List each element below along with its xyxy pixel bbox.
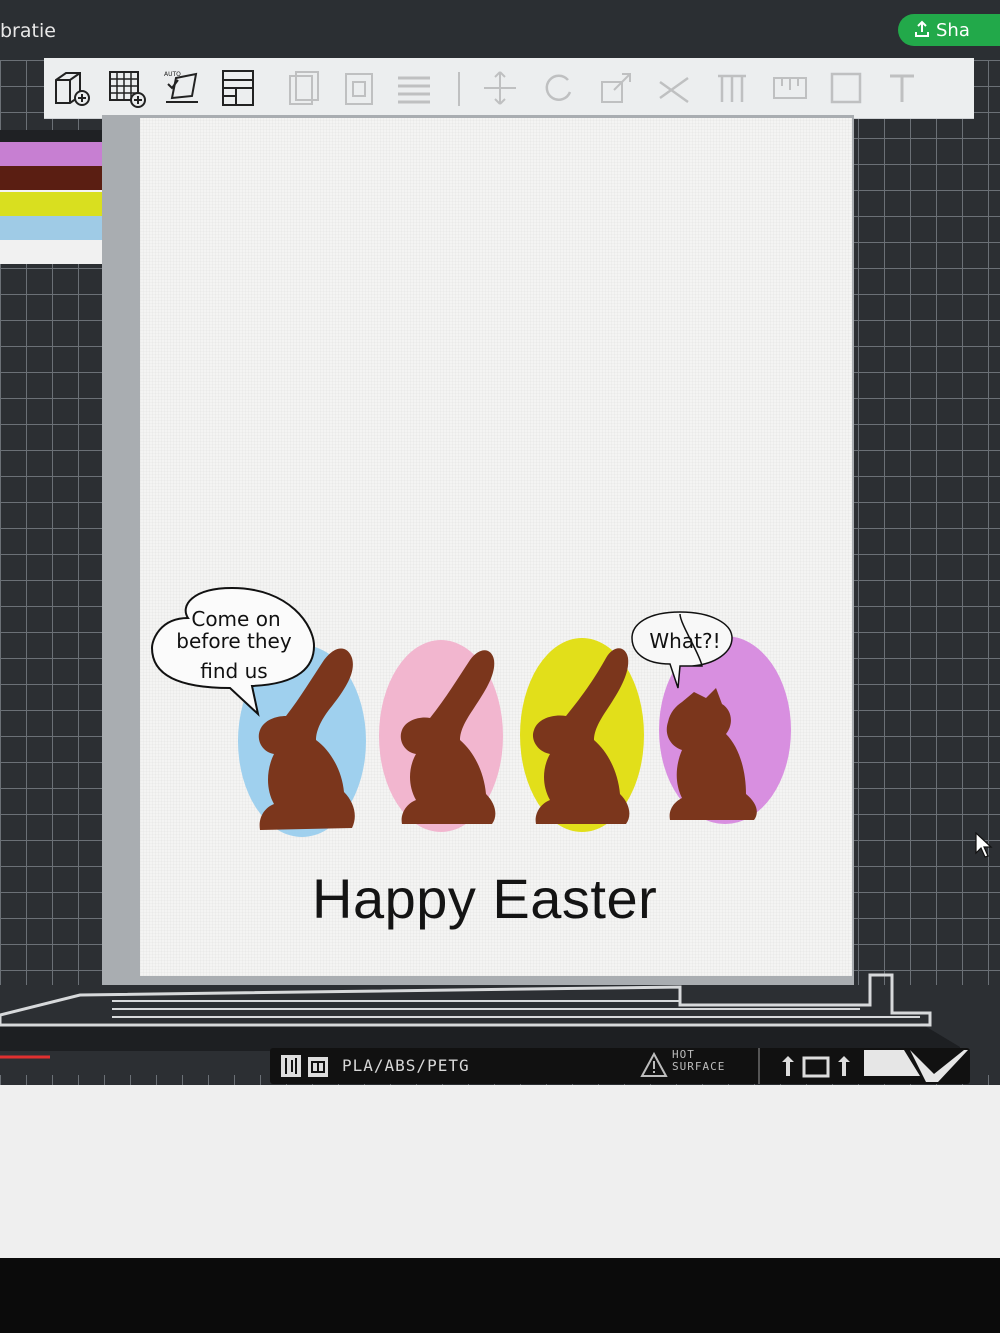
add-grid-button[interactable] bbox=[106, 68, 146, 108]
lower-workspace-area bbox=[0, 1085, 1000, 1260]
paint-icon bbox=[830, 72, 862, 104]
color-swatch[interactable] bbox=[0, 192, 104, 216]
layout-button[interactable] bbox=[218, 68, 258, 108]
color-swatch[interactable] bbox=[0, 142, 104, 166]
hot-surface-warning: HOT SURFACE bbox=[672, 1049, 752, 1073]
share-label: Sha bbox=[936, 19, 970, 41]
plate-orientation-icon bbox=[782, 1056, 850, 1078]
copy-button[interactable] bbox=[284, 68, 324, 108]
support-button[interactable] bbox=[712, 68, 752, 108]
plate-info-panel: PLA/ABS/PETG HOT SURFACE bbox=[270, 1048, 970, 1084]
object-toolbar: AUTO bbox=[44, 58, 974, 119]
warning-triangle-icon bbox=[640, 1052, 668, 1077]
support-icon bbox=[718, 74, 746, 102]
bubble-left-line-2: before they bbox=[176, 629, 292, 653]
paste-button[interactable] bbox=[340, 68, 380, 108]
greeting-text: Happy Easter bbox=[312, 867, 658, 930]
auto-arrange-icon: AUTO bbox=[164, 71, 198, 103]
measure-button[interactable] bbox=[770, 68, 810, 108]
easter-card-artwork: Come on before they find us What?! bbox=[150, 586, 791, 837]
top-bar: bratie Sha bbox=[0, 0, 1000, 61]
bubble-left-line-1: Come on bbox=[191, 607, 280, 631]
move-button[interactable] bbox=[480, 68, 520, 108]
scale-icon bbox=[601, 73, 631, 103]
cut-icon bbox=[659, 76, 689, 104]
monitor-bezel bbox=[0, 1258, 1000, 1333]
share-icon bbox=[915, 20, 929, 37]
design-object[interactable]: Come on before they find us What?! Happy… bbox=[140, 118, 852, 976]
bubble-left-line-3: find us bbox=[200, 659, 267, 683]
filament-color-palette bbox=[0, 130, 104, 264]
plate-corner-mark bbox=[864, 1050, 968, 1082]
layout-icon bbox=[222, 70, 254, 106]
toolbar-divider bbox=[458, 72, 460, 106]
window-title: bratie bbox=[0, 20, 56, 42]
copy-icon bbox=[289, 71, 319, 105]
add-cube-icon bbox=[55, 72, 90, 106]
rotate-icon bbox=[545, 74, 572, 101]
move-icon bbox=[484, 71, 516, 105]
rotate-button[interactable] bbox=[538, 68, 578, 108]
layers-button[interactable] bbox=[394, 68, 434, 108]
add-grid-icon bbox=[109, 71, 146, 108]
color-swatch[interactable] bbox=[0, 240, 104, 264]
plate-material-label: PLA/ABS/PETG bbox=[342, 1056, 470, 1075]
paint-button[interactable] bbox=[826, 68, 866, 108]
panel-divider bbox=[758, 1048, 760, 1084]
layers-icon bbox=[398, 76, 430, 104]
color-swatch[interactable] bbox=[0, 166, 104, 190]
cut-button[interactable] bbox=[654, 68, 694, 108]
color-swatch[interactable] bbox=[0, 130, 104, 142]
text-icon bbox=[890, 74, 914, 102]
share-button[interactable]: Sha bbox=[898, 14, 1000, 46]
measure-icon bbox=[773, 77, 807, 99]
auto-arrange-button[interactable]: AUTO bbox=[162, 68, 202, 108]
bubble-right-text: What?! bbox=[649, 629, 720, 653]
plate-type-icon bbox=[281, 1055, 328, 1077]
scale-button[interactable] bbox=[596, 68, 636, 108]
text-button[interactable] bbox=[882, 68, 922, 108]
color-swatch[interactable] bbox=[0, 216, 104, 240]
paste-icon bbox=[345, 73, 373, 105]
add-cube-button[interactable] bbox=[50, 68, 90, 108]
warning-line-2: SURFACE bbox=[672, 1060, 726, 1073]
mouse-cursor-icon bbox=[975, 832, 993, 858]
